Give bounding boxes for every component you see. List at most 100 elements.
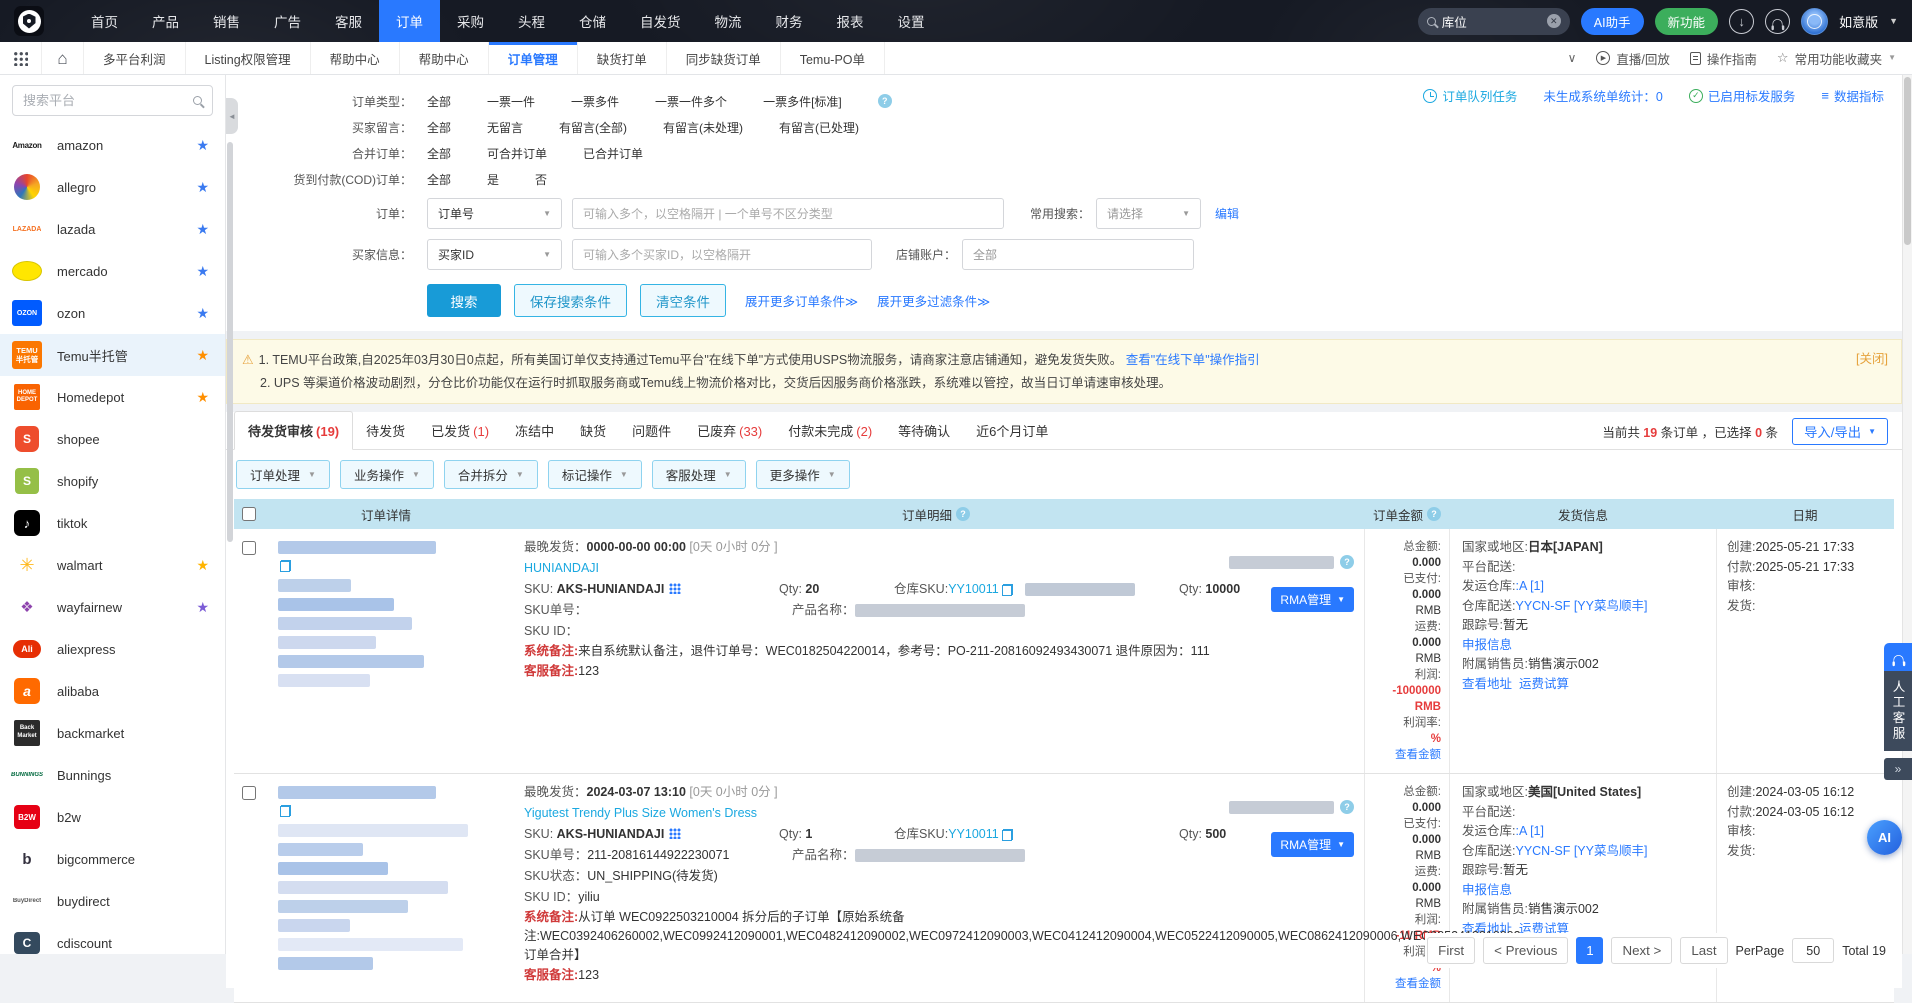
chevron-down-icon[interactable]: ▼ <box>1889 17 1898 26</box>
status-tab[interactable]: 付款未完成(2) <box>775 412 885 449</box>
ai-chat-button[interactable]: AI <box>1867 820 1902 855</box>
top-menu-item[interactable]: 采购 <box>440 0 501 42</box>
order-number-input[interactable]: 可输入多个，以空格隔开 | 一个单号不区分类型 <box>572 198 1004 229</box>
search-button[interactable]: 搜索 <box>427 284 501 317</box>
unsynced-stats-link[interactable]: 未生成系统单统计：0 <box>1543 86 1662 105</box>
headset-icon[interactable] <box>1765 9 1790 34</box>
sidebar-item-platform[interactable]: C cdiscount ★ <box>0 922 225 954</box>
status-tab[interactable]: 近6个月订单 <box>963 412 1061 449</box>
apps-grid-button[interactable] <box>0 42 42 74</box>
first-page-button[interactable]: First <box>1427 937 1475 964</box>
warehouse-delivery-link[interactable]: YYCN-SF [YY菜鸟顺丰] <box>1515 599 1647 613</box>
filter-option[interactable]: 可合并订单 <box>487 145 547 162</box>
status-tab[interactable]: 问题件 <box>619 412 684 449</box>
save-search-button[interactable]: 保存搜索条件 <box>514 284 627 317</box>
sidebar-item-platform[interactable]: allegro ★ <box>0 166 225 208</box>
declaration-link[interactable]: 申报信息 <box>1462 638 1512 652</box>
edit-link[interactable]: 编辑 <box>1215 205 1239 222</box>
customer-service-button[interactable] <box>1884 643 1912 671</box>
favorite-star-icon[interactable]: ★ <box>196 264 209 278</box>
top-menu-item[interactable]: 产品 <box>135 0 196 42</box>
view-amount-link[interactable]: 查看金额 <box>1373 747 1441 763</box>
row-checkbox[interactable] <box>242 786 256 800</box>
filter-option[interactable]: 一票多件[标准] <box>763 93 842 110</box>
app-logo[interactable] <box>14 6 44 36</box>
platform-search-input[interactable] <box>23 93 173 108</box>
sidebar-item-platform[interactable]: B2W b2w ★ <box>0 796 225 838</box>
help-icon[interactable]: ? <box>1427 507 1441 521</box>
help-icon[interactable]: ? <box>1340 555 1354 569</box>
workspace-tab[interactable]: 订单管理 <box>489 42 578 74</box>
status-tab[interactable]: 待发货 <box>353 412 418 449</box>
prev-page-button[interactable]: < Previous <box>1483 937 1568 964</box>
help-icon[interactable]: ? <box>1340 800 1354 814</box>
scrollbar-thumb[interactable] <box>1904 77 1911 245</box>
top-menu-item[interactable]: 物流 <box>698 0 759 42</box>
rma-button[interactable]: RMA管理▼ <box>1271 832 1354 857</box>
sidebar-item-platform[interactable]: BUNNINGS Bunnings ★ <box>0 754 225 796</box>
batch-action-button[interactable]: 客服处理▼ <box>652 460 746 489</box>
filter-option[interactable]: 否 <box>535 171 547 188</box>
workspace-tab[interactable]: Temu-PO单 <box>781 42 885 74</box>
workspace-tab[interactable]: 帮助中心 <box>400 42 489 74</box>
batch-action-button[interactable]: 更多操作▼ <box>756 460 850 489</box>
status-tab[interactable]: 已废弃(33) <box>684 412 775 449</box>
live-replay-link[interactable]: ▶直播/回放 <box>1596 49 1669 68</box>
warehouse-sku-link[interactable]: YY10011 <box>948 824 999 845</box>
global-search-input[interactable] <box>1442 14 1537 28</box>
copy-icon[interactable] <box>280 805 291 817</box>
sidebar-item-platform[interactable]: ❖ wayfairnew ★ <box>0 586 225 628</box>
favorite-star-icon[interactable]: ★ <box>196 558 209 572</box>
top-menu-item[interactable]: 自发货 <box>623 0 698 42</box>
warehouse-delivery-link[interactable]: YYCN-SF [YY菜鸟顺丰] <box>1515 844 1647 858</box>
clear-conditions-button[interactable]: 清空条件 <box>640 284 726 317</box>
workspace-tab[interactable]: 多平台利润 <box>84 42 186 74</box>
copy-icon[interactable] <box>1002 584 1013 596</box>
import-export-button[interactable]: 导入/导出▼ <box>1792 418 1888 445</box>
select-all-checkbox[interactable] <box>242 507 256 521</box>
sidebar-item-platform[interactable]: mercado ★ <box>0 250 225 292</box>
buyer-id-input[interactable]: 可输入多个买家ID，以空格隔开 <box>572 239 872 270</box>
row-checkbox[interactable] <box>242 541 256 555</box>
global-search[interactable]: ✕ <box>1418 8 1570 35</box>
more-filter-conditions-link[interactable]: 展开更多过滤条件≫ <box>877 291 990 310</box>
sidebar-item-platform[interactable]: OZON ozon ★ <box>0 292 225 334</box>
sku-grid-icon[interactable] <box>669 583 681 594</box>
filter-option[interactable]: 全部 <box>427 119 451 136</box>
sidebar-item-platform[interactable]: Back Market backmarket ★ <box>0 712 225 754</box>
status-tab[interactable]: 已发货(1) <box>418 412 502 449</box>
filter-option[interactable]: 一票多件 <box>571 93 619 110</box>
status-tab[interactable]: 冻结中 <box>502 412 567 449</box>
notice-guide-link[interactable]: 查看"在线下单"操作指引 <box>1126 353 1260 367</box>
top-menu-item[interactable]: 设置 <box>881 0 942 42</box>
filter-option[interactable]: 已合并订单 <box>583 145 643 162</box>
data-metrics-link[interactable]: ≡数据指标 <box>1821 86 1884 105</box>
top-menu-item[interactable]: 广告 <box>257 0 318 42</box>
tag-service-link[interactable]: ✓已启用标发服务 <box>1689 86 1796 105</box>
sidebar-item-platform[interactable]: a alibaba ★ <box>0 670 225 712</box>
batch-action-button[interactable]: 业务操作▼ <box>340 460 434 489</box>
help-icon[interactable]: ? <box>956 507 970 521</box>
filter-option[interactable]: 全部 <box>427 145 451 162</box>
favorite-star-icon[interactable]: ★ <box>196 348 209 362</box>
filter-option[interactable]: 是 <box>487 171 499 188</box>
clear-search-icon[interactable]: ✕ <box>1547 14 1561 28</box>
window-scrollbar[interactable] <box>1902 75 1912 954</box>
top-menu-item[interactable]: 头程 <box>501 0 562 42</box>
workspace-tab[interactable]: Listing权限管理 <box>186 42 311 74</box>
filter-option[interactable]: 全部 <box>427 93 451 110</box>
rma-button[interactable]: RMA管理▼ <box>1271 587 1354 612</box>
favorite-star-icon[interactable]: ★ <box>196 600 209 614</box>
status-tab[interactable]: 待发货审核(19) <box>234 411 353 450</box>
sidebar-item-platform[interactable]: ♪ tiktok ★ <box>0 502 225 544</box>
customer-service-label[interactable]: 人工客服 <box>1884 671 1912 751</box>
batch-action-button[interactable]: 合并拆分▼ <box>444 460 538 489</box>
sidebar-item-platform[interactable]: Amazon amazon ★ <box>0 124 225 166</box>
view-address-link[interactable]: 查看地址 <box>1462 677 1512 691</box>
filter-option[interactable]: 一票一件多个 <box>655 93 727 110</box>
product-link[interactable]: HUNIANDAJI <box>524 561 599 575</box>
ai-assistant-button[interactable]: AI助手 <box>1581 8 1644 35</box>
help-icon[interactable]: ? <box>878 94 892 108</box>
dispatch-warehouse-link[interactable]: :A [1] <box>1515 824 1544 838</box>
sidebar-collapse-handle[interactable]: ◄ <box>226 98 238 134</box>
